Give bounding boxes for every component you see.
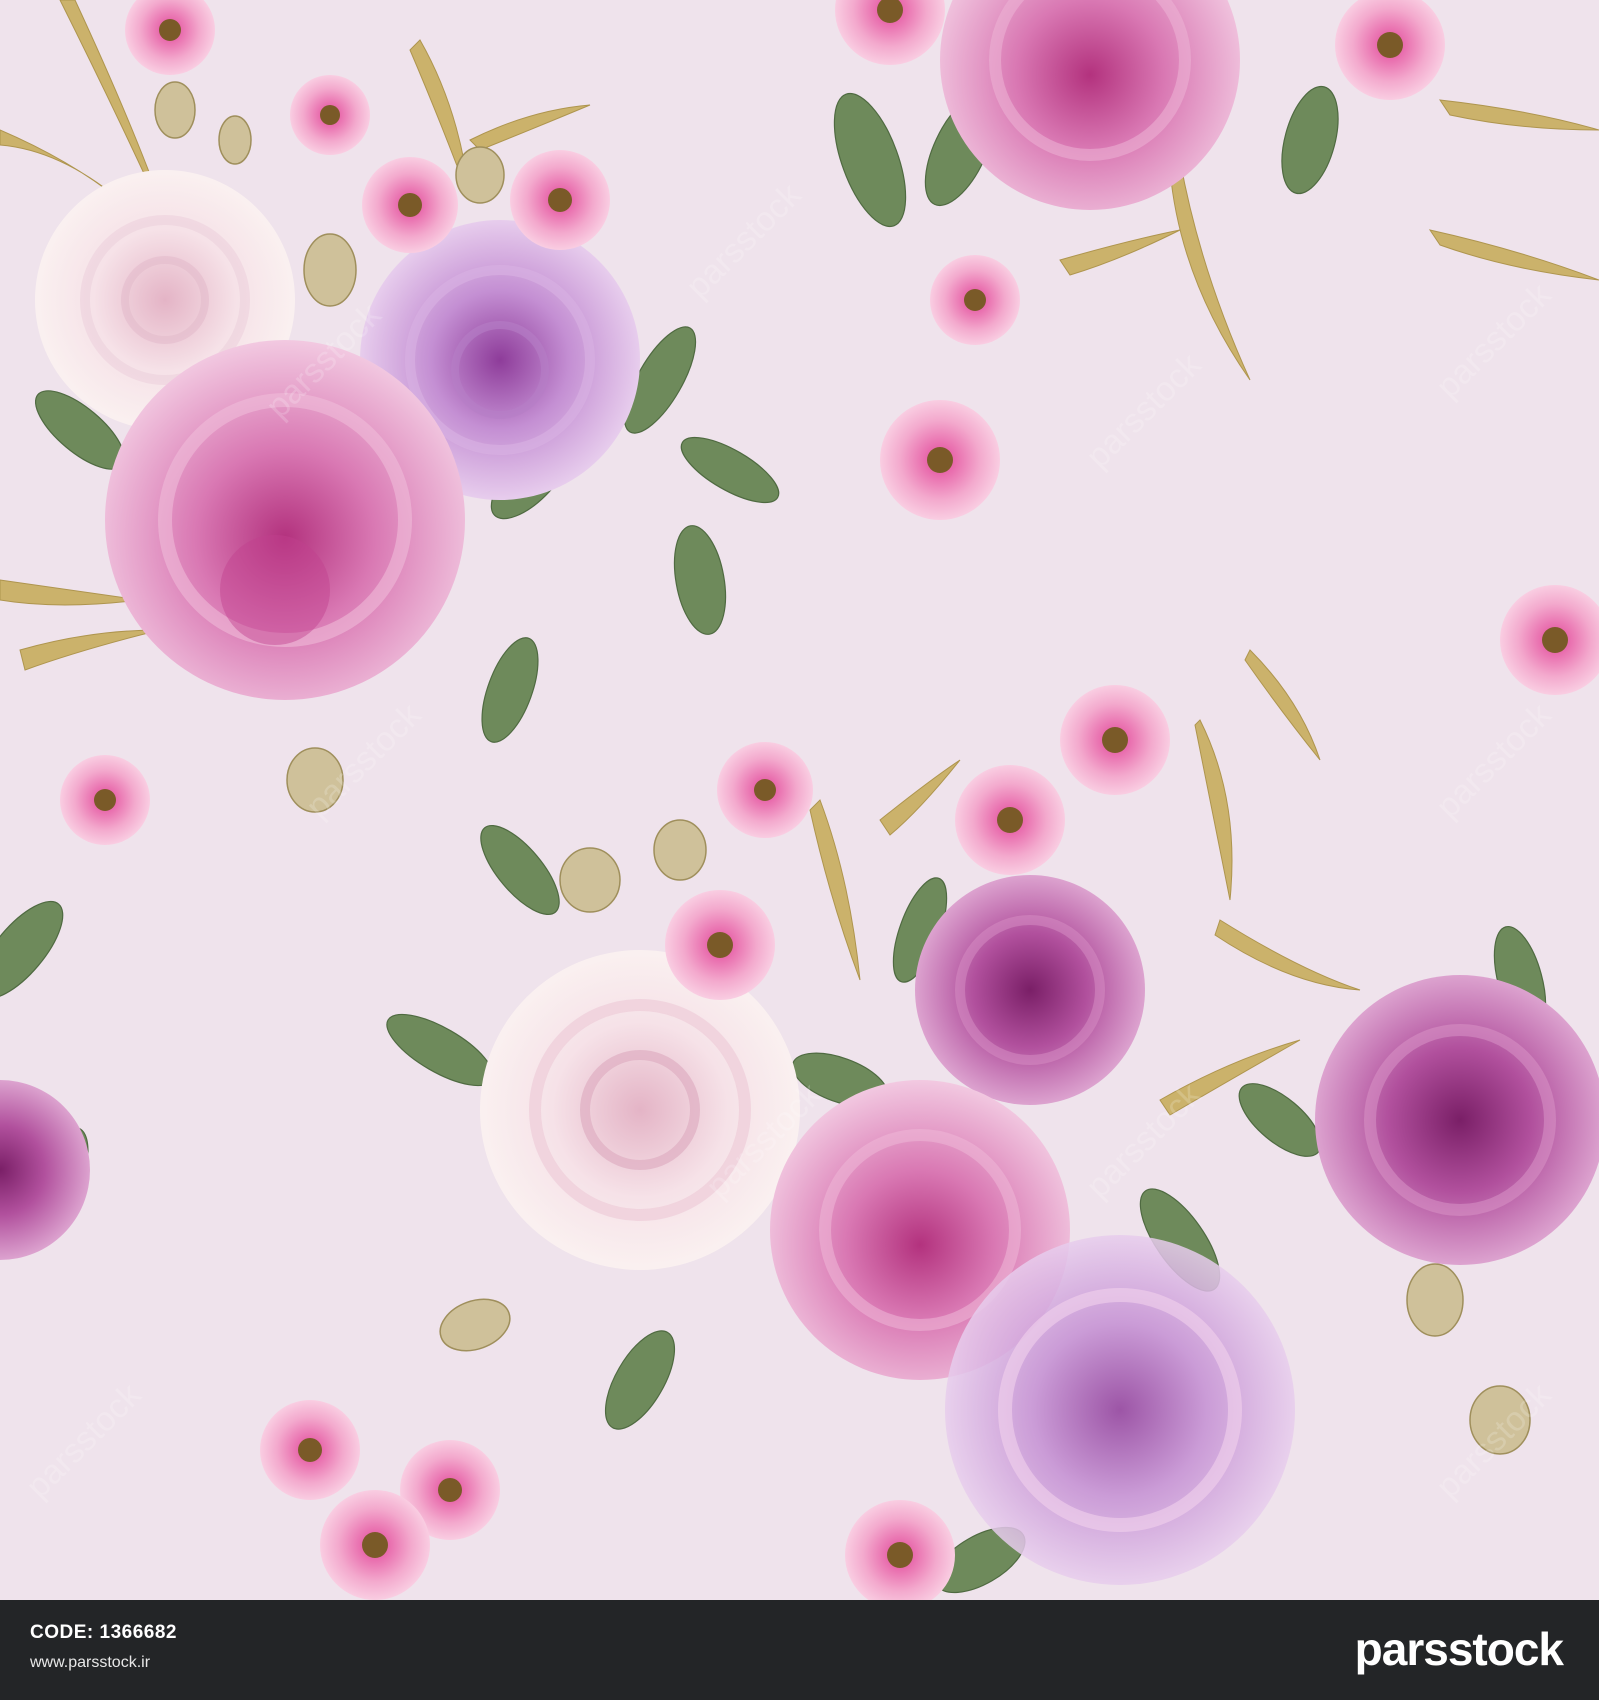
image-code: CODE: 1366682 <box>30 1622 177 1644</box>
code-value: 1366682 <box>99 1622 177 1643</box>
white-rose-center <box>480 950 800 1270</box>
light-pink-peony-bottom-right <box>945 1235 1295 1585</box>
magenta-peony-right-edge <box>1315 975 1599 1265</box>
magenta-peony-center-right <box>915 875 1145 1105</box>
site-url[interactable]: www.parsstock.ir <box>30 1654 150 1672</box>
floral-pattern-artwork: parsstock parsstock parsstock parsstock … <box>0 0 1599 1600</box>
code-label: CODE: <box>30 1622 94 1643</box>
stock-footer-bar: CODE: 1366682 www.parsstock.ir parsstock <box>0 1600 1599 1700</box>
brand-logo-text: parsstock <box>1354 1623 1564 1675</box>
